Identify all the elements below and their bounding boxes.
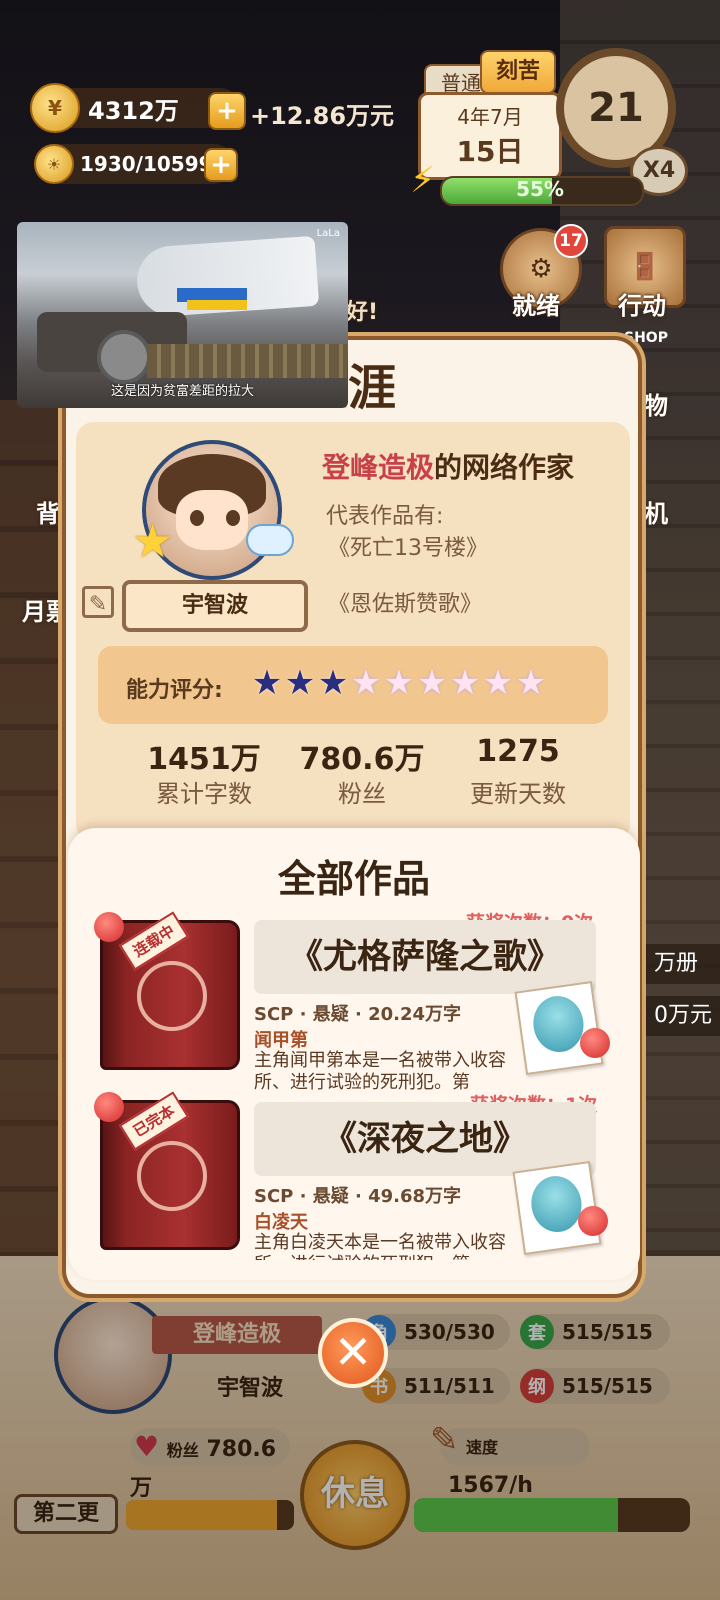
stat-fans-value: 780.6万	[299, 742, 425, 777]
work-meta: SCP · 悬疑 · 49.68万字	[254, 1186, 462, 1207]
clock-value: 21	[588, 85, 644, 131]
pushpin-icon	[94, 1092, 124, 1122]
background-greeting: 好!	[346, 300, 379, 325]
video-watermark: LaLa	[316, 228, 340, 239]
phone-label[interactable]: 机	[644, 494, 668, 529]
star-icon: ★	[132, 514, 174, 568]
stat-words-label: 累计字数	[156, 780, 252, 808]
pushpin-icon	[580, 1028, 610, 1058]
video-caption: 这是因为贫富差距的拉大	[110, 384, 254, 399]
money-earned-label: 0万元	[646, 996, 720, 1036]
calendar-year-month: 4年7月	[457, 105, 523, 129]
stat-days-label: 更新天数	[470, 780, 566, 808]
work-protagonist: 闻甲第	[254, 1030, 308, 1051]
work-protagonist: 白凌天	[254, 1212, 308, 1233]
star-empty-icon: ★	[482, 663, 514, 703]
add-inspiration-button[interactable]: +	[204, 148, 238, 182]
star-empty-icon: ★	[449, 663, 481, 703]
scp-emblem-icon	[137, 1141, 207, 1211]
work-item[interactable]: 连载中 获奖次数：0次 《尤格萨隆之歌》 SCP · 悬疑 · 20.24万字 …	[86, 908, 646, 1093]
stat-fans-label: 粉丝	[338, 780, 386, 808]
stat-words-value: 1451万	[147, 742, 261, 777]
pushpin-icon	[94, 912, 124, 942]
work-description: 主角白凌天本是一名被带入收容所、进行试验的死刑犯。第	[254, 1232, 506, 1260]
star-empty-icon: ★	[416, 663, 448, 703]
writer-rank: 登峰造极	[322, 451, 435, 484]
coin-rate: +12.86万元	[250, 102, 395, 130]
star-filled-icon: ★	[284, 663, 316, 703]
work-meta: SCP · 悬疑 · 20.24万字	[254, 1004, 462, 1025]
action-label: 行动	[618, 292, 666, 320]
player-name-tag[interactable]: 宇智波	[122, 580, 308, 632]
work-item[interactable]: 已完本 获奖次数：1次 《深夜之地》 SCP · 悬疑 · 49.68万字 白凌…	[86, 1090, 646, 1260]
representative-work-2: 《恩佐斯赞歌》	[328, 592, 483, 617]
work-title: 《尤格萨隆之歌》	[254, 920, 596, 994]
edit-name-icon[interactable]: ✎	[82, 586, 114, 618]
ready-badge: 17	[554, 224, 588, 258]
star-filled-icon: ★	[317, 663, 349, 703]
work-title: 《深夜之地》	[254, 1102, 596, 1176]
bottom-dim-overlay	[0, 1256, 720, 1600]
coin-amount: 4312万	[88, 96, 179, 125]
shop-label[interactable]: 物	[644, 386, 668, 421]
writer-rank-suffix: 的网络作家	[434, 451, 575, 484]
add-coins-button[interactable]: +	[208, 92, 246, 130]
star-empty-icon: ★	[515, 663, 547, 703]
representative-work-1: 《死亡13号楼》	[328, 536, 488, 561]
star-empty-icon: ★	[350, 663, 382, 703]
close-button[interactable]: ✕	[318, 1318, 388, 1388]
scp-emblem-icon	[137, 961, 207, 1031]
star-empty-icon: ★	[383, 663, 415, 703]
ability-label: 能力评分:	[126, 678, 223, 703]
books-sold-label: 万册	[646, 944, 720, 984]
representative-works-label: 代表作品有:	[326, 504, 444, 529]
works-title: 全部作品	[277, 857, 430, 901]
lightning-icon[interactable]: ⚡	[410, 160, 450, 208]
star-filled-icon: ★	[251, 663, 283, 703]
mode-tab-hard[interactable]: 刻苦	[480, 50, 556, 94]
cloud-icon	[246, 524, 294, 556]
coin-icon: ¥	[30, 83, 80, 133]
inspiration-amount: 1930/10599	[80, 152, 213, 176]
work-description: 主角闻甲第本是一名被带入收容所、进行试验的死刑犯。第	[254, 1050, 506, 1093]
backpack-label[interactable]: 背	[36, 494, 60, 529]
energy-percent: 55%	[516, 177, 564, 201]
pushpin-icon	[578, 1206, 608, 1236]
ready-label: 就绪	[512, 292, 560, 320]
stat-days-value: 1275	[476, 734, 560, 769]
writer-rank-line: 登峰造极的网络作家	[322, 446, 574, 486]
lightbulb-icon: ☀	[34, 144, 74, 184]
